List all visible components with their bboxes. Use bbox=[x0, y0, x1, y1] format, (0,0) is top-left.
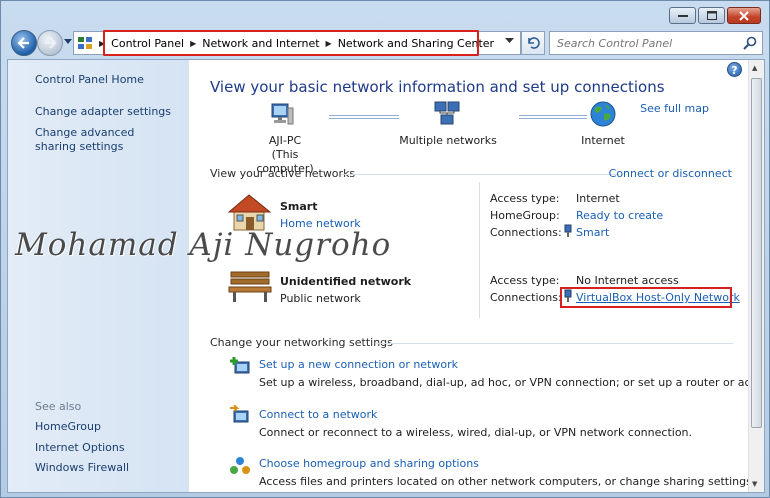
wired-connection-icon bbox=[564, 224, 572, 237]
multiple-networks-icon bbox=[434, 101, 460, 125]
access-type-value: No Internet access bbox=[576, 274, 679, 287]
access-type-label: Access type: bbox=[490, 192, 560, 205]
refresh-icon bbox=[528, 37, 540, 49]
page-title: View your basic network information and … bbox=[210, 78, 665, 96]
task-setup-connection-desc: Set up a wireless, broadband, dial-up, a… bbox=[259, 376, 765, 389]
network-name-smart: Smart bbox=[280, 200, 318, 213]
task-connect-network-link[interactable]: Connect to a network bbox=[259, 408, 377, 421]
virtualbox-highlight-box bbox=[560, 287, 732, 308]
map-networks-label: Multiple networks bbox=[399, 134, 497, 147]
network-name-unidentified: Unidentified network bbox=[280, 275, 412, 288]
new-connection-icon bbox=[230, 357, 250, 374]
map-internet-label: Internet bbox=[581, 134, 625, 147]
connect-disconnect-link[interactable]: Connect or disconnect bbox=[609, 167, 732, 180]
computer-icon bbox=[271, 103, 294, 125]
sidebar: Control Panel Home Change adapter settin… bbox=[8, 60, 189, 492]
navigation-bar: ▶ Control Panel ▶ Network and Internet ▶… bbox=[7, 29, 765, 57]
close-button[interactable] bbox=[727, 7, 761, 24]
see-also-windows-firewall[interactable]: Windows Firewall bbox=[35, 461, 129, 475]
homegroup-icon bbox=[230, 457, 250, 474]
sidebar-item-control-panel-home[interactable]: Control Panel Home bbox=[35, 73, 144, 87]
breadcrumb-highlight-box bbox=[103, 30, 479, 56]
minimize-button[interactable] bbox=[669, 7, 696, 24]
see-full-map-link[interactable]: See full map bbox=[640, 102, 709, 115]
arrow-right-icon bbox=[45, 37, 57, 49]
connection-smart-link[interactable]: Smart bbox=[576, 226, 609, 239]
active-networks-heading: View your active networks bbox=[210, 167, 356, 180]
vertical-scrollbar[interactable]: ▲ ▼ bbox=[748, 60, 764, 492]
sidebar-item-change-adapter-settings[interactable]: Change adapter settings bbox=[35, 105, 171, 119]
section-divider bbox=[375, 343, 733, 344]
main-panel: View your basic network information and … bbox=[189, 60, 764, 492]
change-settings-heading: Change your networking settings bbox=[210, 336, 393, 349]
window: ▶ Control Panel ▶ Network and Internet ▶… bbox=[0, 0, 770, 498]
control-panel-icon bbox=[78, 37, 92, 49]
computer-name: AJI-PC bbox=[268, 134, 302, 147]
homegroup-ready-link[interactable]: Ready to create bbox=[576, 209, 663, 222]
see-also-heading: See also bbox=[35, 400, 82, 413]
see-also-homegroup[interactable]: HomeGroup bbox=[35, 420, 101, 434]
scroll-up-arrow-icon[interactable]: ▲ bbox=[752, 64, 757, 72]
map-connector-line bbox=[519, 115, 587, 119]
see-also-internet-options[interactable]: Internet Options bbox=[35, 441, 125, 455]
details-divider bbox=[479, 182, 480, 318]
task-homegroup-link[interactable]: Choose homegroup and sharing options bbox=[259, 457, 479, 470]
connections-label: Connections: bbox=[490, 226, 562, 239]
task-connect-network-desc: Connect or reconnect to a wireless, wire… bbox=[259, 426, 693, 439]
section-divider bbox=[341, 174, 619, 175]
connections-label: Connections: bbox=[490, 291, 562, 304]
recent-pages-dropdown[interactable] bbox=[64, 39, 72, 45]
home-network-icon bbox=[227, 194, 272, 231]
home-network-link[interactable]: Home network bbox=[280, 217, 361, 230]
arrow-left-icon bbox=[17, 37, 29, 49]
caption-buttons bbox=[669, 7, 761, 24]
task-setup-connection-link[interactable]: Set up a new connection or network bbox=[259, 358, 458, 371]
sidebar-item-change-advanced-sharing[interactable]: Change advanced sharing settings bbox=[35, 126, 175, 154]
chevron-down-icon[interactable] bbox=[505, 38, 514, 44]
public-network-label: Public network bbox=[280, 292, 361, 305]
connect-network-icon bbox=[230, 405, 249, 423]
access-type-value: Internet bbox=[576, 192, 620, 205]
map-connector-line bbox=[329, 115, 399, 119]
task-homegroup-desc: Access files and printers located on oth… bbox=[259, 475, 756, 488]
back-button[interactable] bbox=[11, 30, 37, 56]
forward-button[interactable] bbox=[37, 30, 63, 56]
homegroup-label: HomeGroup: bbox=[490, 209, 560, 222]
scroll-down-arrow-icon[interactable]: ▼ bbox=[752, 480, 757, 488]
access-type-label: Access type: bbox=[490, 274, 560, 287]
park-bench-icon bbox=[228, 271, 272, 302]
globe-icon bbox=[590, 101, 616, 127]
scrollbar-thumb[interactable] bbox=[751, 78, 762, 428]
search-box[interactable] bbox=[549, 31, 763, 55]
search-input[interactable] bbox=[557, 36, 737, 50]
refresh-button[interactable] bbox=[521, 31, 545, 55]
search-icon[interactable] bbox=[743, 36, 757, 50]
content-area: Control Panel Home Change adapter settin… bbox=[7, 59, 765, 493]
help-button[interactable]: ? bbox=[727, 62, 742, 77]
maximize-button[interactable] bbox=[698, 7, 725, 24]
